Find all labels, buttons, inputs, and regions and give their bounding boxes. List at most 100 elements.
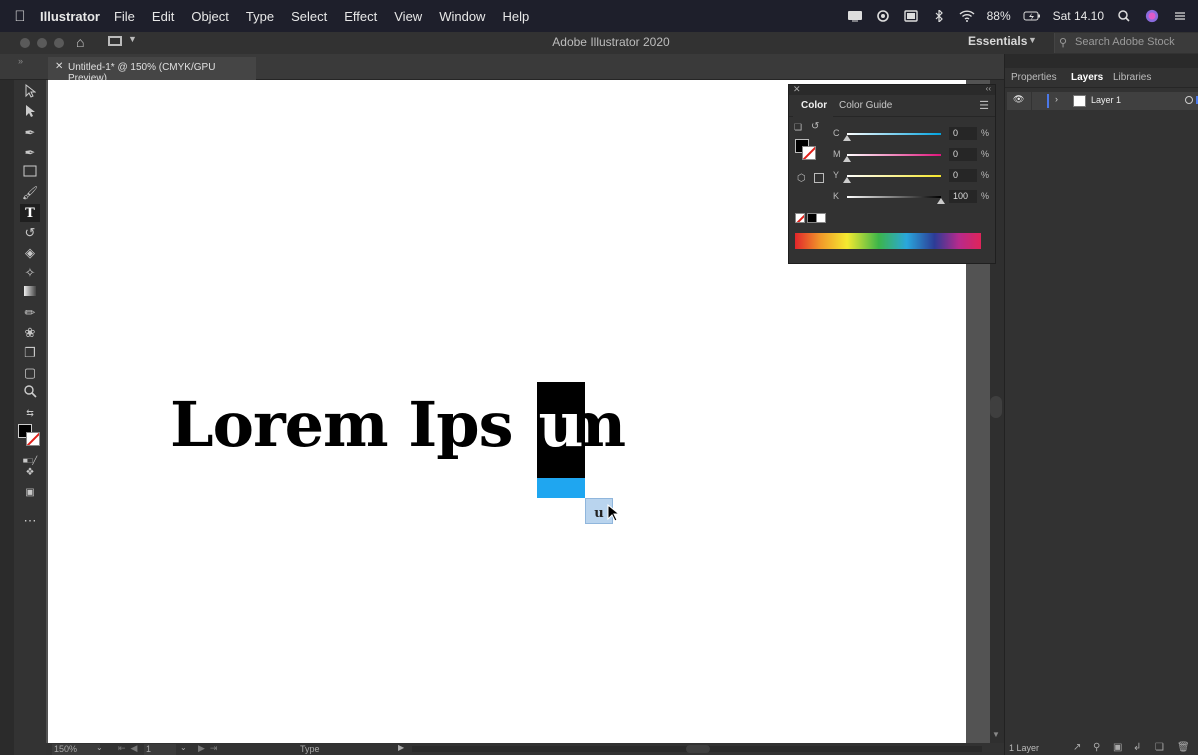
close-icon[interactable]: ✕: [793, 84, 801, 95]
tab-color-guide[interactable]: Color Guide: [839, 100, 892, 111]
magenta-slider-thumb[interactable]: [843, 156, 851, 162]
tab-properties[interactable]: Properties: [1011, 72, 1057, 83]
menu-view[interactable]: View: [394, 9, 422, 24]
black-slider[interactable]: [847, 196, 941, 198]
notification-center-icon[interactable]: [1172, 10, 1188, 22]
curvature-tool-icon[interactable]: ✒: [20, 144, 40, 162]
document-tab[interactable]: ✕ Untitled-1* @ 150% (CMYK/GPU Preview): [48, 57, 256, 84]
rotate-tool-icon[interactable]: ↺: [20, 224, 40, 242]
yellow-slider[interactable]: [847, 175, 941, 177]
yellow-slider-thumb[interactable]: [843, 177, 851, 183]
menu-file[interactable]: File: [114, 9, 135, 24]
rectangle-tool-icon[interactable]: [20, 164, 40, 182]
creative-cloud-icon[interactable]: [875, 10, 891, 22]
artboard-number-field[interactable]: 1: [144, 744, 176, 755]
panel-grip-icon[interactable]: »: [18, 56, 23, 66]
swap-colors-icon[interactable]: ↺: [811, 121, 819, 132]
swap-fill-stroke-icon[interactable]: ⇆: [20, 404, 40, 422]
none-swatch[interactable]: [795, 213, 805, 223]
tab-color[interactable]: Color: [793, 95, 834, 117]
stroke-color-swatch[interactable]: [26, 432, 40, 446]
new-layer-icon[interactable]: ❏: [1155, 742, 1164, 753]
stock-search-input[interactable]: ⚲ Search Adobe Stock: [1054, 33, 1198, 53]
close-icon[interactable]: ✕: [55, 61, 63, 72]
lasso-tool-icon[interactable]: ✧: [20, 264, 40, 282]
direct-selection-tool-icon[interactable]: [20, 104, 40, 122]
scroll-down-icon[interactable]: ▼: [992, 730, 1000, 739]
color-spectrum-bar[interactable]: [795, 233, 981, 249]
cyan-slider-thumb[interactable]: [843, 135, 851, 141]
zoom-level-field[interactable]: 150%: [52, 744, 100, 755]
apple-icon[interactable]: : [0, 8, 40, 25]
menu-help[interactable]: Help: [502, 9, 529, 24]
artboard-tool-icon[interactable]: ▢: [20, 364, 40, 382]
siri-icon[interactable]: [1144, 9, 1160, 23]
tab-layers[interactable]: Layers: [1071, 72, 1103, 83]
clock[interactable]: Sat 14.10: [1053, 9, 1104, 23]
chevron-down-icon[interactable]: ▼: [1028, 35, 1037, 45]
selection-tool-icon[interactable]: [20, 83, 40, 102]
web-safe-icon[interactable]: [814, 173, 824, 183]
chevron-down-icon[interactable]: ⌄: [96, 743, 103, 752]
drawing-mode-icon[interactable]: ❖: [20, 464, 40, 482]
horizontal-scrollbar-thumb[interactable]: [686, 745, 710, 753]
locate-object-icon[interactable]: ⚲: [1093, 742, 1100, 753]
yellow-value-input[interactable]: 0: [949, 169, 977, 182]
spotlight-search-icon[interactable]: [1116, 10, 1132, 22]
menu-edit[interactable]: Edit: [152, 9, 174, 24]
menu-select[interactable]: Select: [291, 9, 327, 24]
menu-object[interactable]: Object: [191, 9, 229, 24]
chevron-right-icon[interactable]: ›: [1055, 94, 1058, 104]
clipping-mask-icon[interactable]: ▣: [1113, 742, 1122, 753]
screen-mode-icon[interactable]: ▣: [20, 484, 40, 502]
export-icon[interactable]: ↗: [1073, 742, 1081, 753]
battery-charging-icon[interactable]: [1023, 10, 1041, 22]
layer-name[interactable]: Layer 1: [1091, 95, 1121, 105]
current-tool-status[interactable]: Type: [300, 744, 320, 754]
more-tools-icon[interactable]: ⋯: [20, 512, 40, 530]
screen-share-icon[interactable]: [847, 10, 863, 22]
eyedropper-tool-icon[interactable]: ✏: [20, 304, 40, 322]
tab-libraries[interactable]: Libraries: [1113, 72, 1151, 83]
color-panel-header[interactable]: ✕ ‹‹: [789, 84, 995, 95]
wifi-icon[interactable]: [959, 10, 975, 22]
puppet-warp-tool-icon[interactable]: ❀: [20, 324, 40, 342]
next-last-artboard-icons[interactable]: ▶⇥: [198, 743, 222, 754]
menu-window[interactable]: Window: [439, 9, 485, 24]
workspace-switcher[interactable]: Essentials: [968, 34, 1027, 48]
black-value-input[interactable]: 100: [949, 190, 977, 203]
battery-percent[interactable]: 88%: [987, 9, 1011, 23]
pen-tool-icon[interactable]: ✒: [20, 124, 40, 142]
magenta-value-input[interactable]: 0: [949, 148, 977, 161]
out-of-gamut-icon[interactable]: ⬡: [797, 173, 806, 184]
menu-effect[interactable]: Effect: [344, 9, 377, 24]
layer-target-icon[interactable]: [1185, 96, 1193, 104]
white-swatch[interactable]: [816, 213, 826, 223]
zoom-tool-icon[interactable]: [20, 384, 40, 402]
bluetooth-icon[interactable]: [931, 10, 947, 22]
first-prev-artboard-icons[interactable]: ⇤◀: [118, 743, 142, 754]
menu-type[interactable]: Type: [246, 9, 274, 24]
eraser-tool-icon[interactable]: ◈: [20, 244, 40, 262]
gradient-tool-icon[interactable]: [20, 284, 40, 302]
display-icon[interactable]: [903, 10, 919, 22]
panel-menu-icon[interactable]: ☰: [979, 99, 989, 112]
cyan-value-input[interactable]: 0: [949, 127, 977, 140]
default-colors-icon[interactable]: ❏: [794, 122, 802, 133]
collapse-panel-icon[interactable]: ‹‹: [986, 84, 991, 93]
shape-builder-tool-icon[interactable]: ❐: [20, 344, 40, 362]
stroke-swatch[interactable]: [802, 146, 816, 160]
vertical-scrollbar-thumb[interactable]: [990, 396, 1002, 418]
selected-glyph[interactable]: u: [537, 388, 585, 461]
black-slider-thumb[interactable]: [937, 198, 945, 204]
type-tool-icon[interactable]: T: [20, 204, 40, 222]
cyan-slider[interactable]: [847, 133, 941, 135]
dock-header[interactable]: [1005, 54, 1198, 68]
layer-row[interactable]: 👁 › Layer 1: [1007, 92, 1198, 110]
eye-icon[interactable]: 👁: [1013, 94, 1024, 105]
new-sublayer-icon[interactable]: ↲: [1133, 742, 1141, 753]
app-menu[interactable]: Illustrator: [40, 9, 100, 24]
status-menu-icon[interactable]: ▶: [398, 743, 404, 752]
chevron-down-icon[interactable]: ⌄: [180, 743, 187, 752]
delete-layer-icon[interactable]: 🗑: [1177, 742, 1190, 753]
